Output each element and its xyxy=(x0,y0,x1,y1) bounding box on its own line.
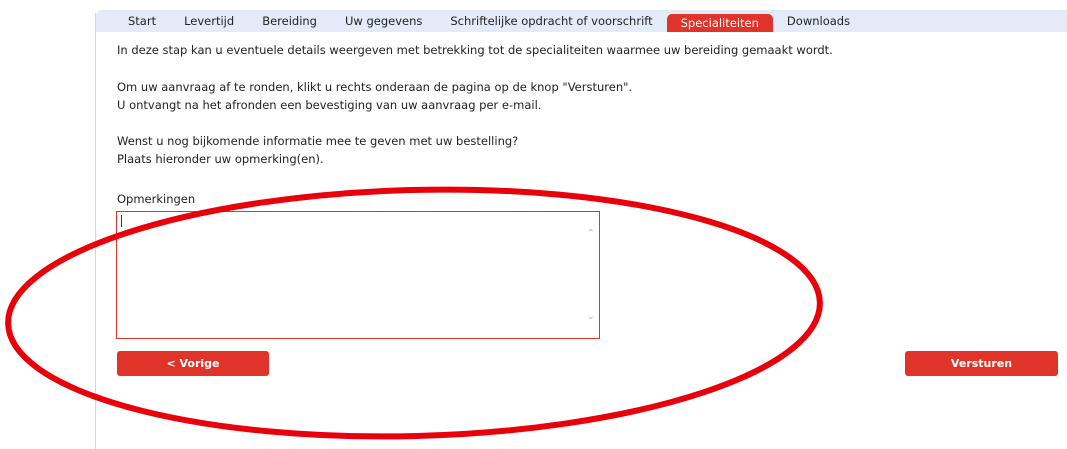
step-tabs: Start Levertijd Bereiding Uw gegevens Sc… xyxy=(96,10,1067,32)
tab-bereiding[interactable]: Bereiding xyxy=(248,12,331,30)
tab-downloads[interactable]: Downloads xyxy=(773,12,864,30)
intro-text: In deze stap kan u eventuele details wee… xyxy=(117,43,833,57)
panel-border xyxy=(95,13,96,449)
scroll-down-icon[interactable]: ⌄ xyxy=(587,311,595,322)
text-caret xyxy=(121,215,122,227)
question-line2: Plaats hieronder uw opmerking(en). xyxy=(117,152,324,166)
remarks-textarea[interactable]: ⌃ ⌄ xyxy=(116,211,600,339)
question-line1: Wenst u nog bijkomende informatie mee te… xyxy=(117,134,519,148)
scroll-up-icon[interactable]: ⌃ xyxy=(587,228,595,239)
previous-button[interactable]: < Vorige xyxy=(117,351,269,376)
tab-levertijd[interactable]: Levertijd xyxy=(170,12,248,30)
remarks-label: Opmerkingen xyxy=(117,192,196,206)
send-button[interactable]: Versturen xyxy=(905,351,1058,376)
tab-specialiteiten[interactable]: Specialiteiten xyxy=(666,14,773,32)
tab-uw-gegevens[interactable]: Uw gegevens xyxy=(331,12,436,30)
tab-start[interactable]: Start xyxy=(96,12,170,30)
tab-schriftelijke-opdracht[interactable]: Schriftelijke opdracht of voorschrift xyxy=(436,12,666,30)
finish-instruction-line2: U ontvangt na het afronden een bevestigi… xyxy=(117,98,542,112)
finish-instruction-line1: Om uw aanvraag af te ronden, klikt u rec… xyxy=(117,80,633,94)
